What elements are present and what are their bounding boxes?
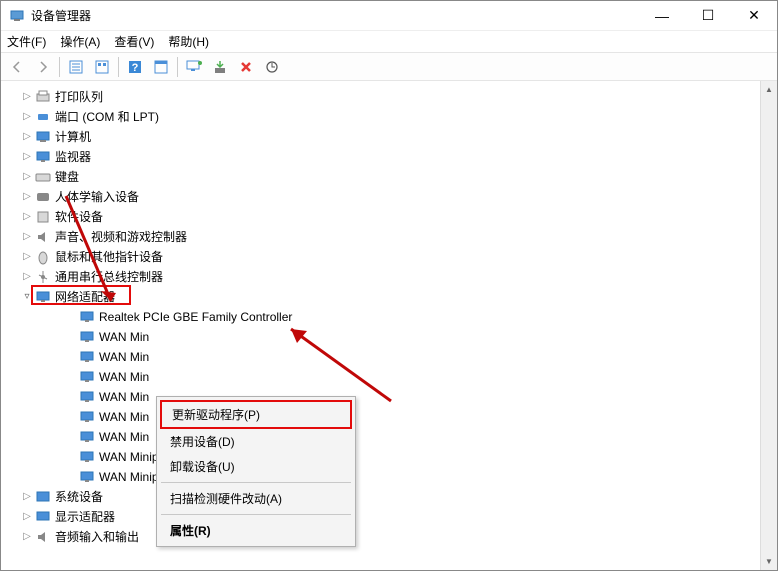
tree-audio[interactable]: ▷音频输入和输出 xyxy=(21,527,777,547)
tree-keyboards[interactable]: ▷键盘 xyxy=(21,167,777,187)
tool-monitor[interactable] xyxy=(182,55,206,79)
ctx-disable-device[interactable]: 禁用设备(D) xyxy=(160,429,352,454)
adapter-wan-3[interactable]: WAN Min xyxy=(21,367,777,387)
close-button[interactable]: ✕ xyxy=(731,1,777,30)
adapter-wan-4[interactable]: WAN Min xyxy=(21,387,777,407)
tree-display[interactable]: ▷显示适配器 xyxy=(21,507,777,527)
ctx-uninstall-device[interactable]: 卸载设备(U) xyxy=(160,454,352,479)
maximize-button[interactable]: ☐ xyxy=(685,1,731,30)
minimize-button[interactable]: — xyxy=(639,1,685,30)
ctx-sep-1 xyxy=(161,482,351,483)
tool-install[interactable] xyxy=(208,55,232,79)
tool-props[interactable] xyxy=(149,55,173,79)
tree-monitors[interactable]: ▷监视器 xyxy=(21,147,777,167)
window-title: 设备管理器 xyxy=(31,7,639,24)
tree-hid[interactable]: ▷人体学输入设备 xyxy=(21,187,777,207)
adapter-wan-5[interactable]: WAN Min xyxy=(21,407,777,427)
tool-forward xyxy=(31,55,55,79)
menubar: 文件(F) 操作(A) 查看(V) 帮助(H) xyxy=(1,31,777,53)
adapter-realtek[interactable]: Realtek PCIe GBE Family Controller xyxy=(21,307,777,327)
adapter-wan-pptp[interactable]: WAN Miniport (PPTP) xyxy=(21,447,777,467)
tree-computer[interactable]: ▷计算机 xyxy=(21,127,777,147)
tool-detail2[interactable] xyxy=(90,55,114,79)
device-tree: ▷打印队列 ▷端口 (COM 和 LPT) ▷计算机 ▷监视器 ▷键盘 ▷人体学… xyxy=(1,81,777,553)
titlebar: 设备管理器 — ☐ ✕ xyxy=(1,1,777,31)
menu-action[interactable]: 操作(A) xyxy=(60,33,100,50)
ctx-update-driver[interactable]: 更新驱动程序(P) xyxy=(160,400,352,429)
adapter-wan-6[interactable]: WAN Min xyxy=(21,427,777,447)
context-menu: 更新驱动程序(P) 禁用设备(D) 卸载设备(U) 扫描检测硬件改动(A) 属性… xyxy=(156,396,356,547)
menu-view[interactable]: 查看(V) xyxy=(114,33,154,50)
tree-usb[interactable]: ▷通用串行总线控制器 xyxy=(21,267,777,287)
tree-network-adapters[interactable]: ▿网络适配器 xyxy=(21,287,777,307)
tool-back xyxy=(5,55,29,79)
vertical-scrollbar[interactable]: ▲ ▼ xyxy=(760,81,777,570)
adapter-wan-sstp[interactable]: WAN Miniport (SSTP) xyxy=(21,467,777,487)
ctx-sep-2 xyxy=(161,514,351,515)
tree-software[interactable]: ▷软件设备 xyxy=(21,207,777,227)
tree-ports[interactable]: ▷端口 (COM 和 LPT) xyxy=(21,107,777,127)
adapter-wan-2[interactable]: WAN Min xyxy=(21,347,777,367)
scroll-up-button[interactable]: ▲ xyxy=(761,81,777,98)
adapter-wan-1[interactable]: WAN Min xyxy=(21,327,777,347)
app-icon xyxy=(9,8,25,24)
tool-scan[interactable] xyxy=(260,55,284,79)
scroll-down-button[interactable]: ▼ xyxy=(761,553,777,570)
network-children: Realtek PCIe GBE Family Controller WAN M… xyxy=(21,307,777,487)
ctx-scan-hardware[interactable]: 扫描检测硬件改动(A) xyxy=(160,486,352,511)
svg-text:?: ? xyxy=(132,62,139,74)
menu-file[interactable]: 文件(F) xyxy=(7,33,46,50)
toolbar: ? xyxy=(1,53,777,81)
tree-print-queues[interactable]: ▷打印队列 xyxy=(21,87,777,107)
tree-mice[interactable]: ▷鼠标和其他指针设备 xyxy=(21,247,777,267)
menu-help[interactable]: 帮助(H) xyxy=(168,33,209,50)
content-pane: ▷打印队列 ▷端口 (COM 和 LPT) ▷计算机 ▷监视器 ▷键盘 ▷人体学… xyxy=(1,81,777,570)
tool-remove[interactable] xyxy=(234,55,258,79)
tool-detail1[interactable] xyxy=(64,55,88,79)
ctx-properties[interactable]: 属性(R) xyxy=(160,518,352,543)
tool-help[interactable]: ? xyxy=(123,55,147,79)
window-buttons: — ☐ ✕ xyxy=(639,1,777,30)
tree-system[interactable]: ▷系统设备 xyxy=(21,487,777,507)
tree-sound[interactable]: ▷声音、视频和游戏控制器 xyxy=(21,227,777,247)
